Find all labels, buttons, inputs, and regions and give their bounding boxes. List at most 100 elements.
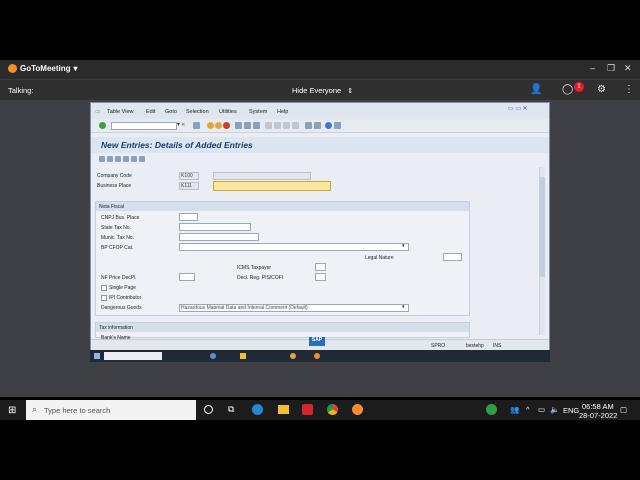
cnpj-label: CNPJ Bus. Place (101, 215, 140, 221)
gotomeeting-logo[interactable]: GoToMeeting ▾ (8, 64, 78, 73)
status-client: bestehp (466, 343, 484, 349)
clock-time[interactable]: 06:58 AM (582, 402, 614, 411)
enter-check-icon[interactable] (99, 122, 106, 129)
chat-icon[interactable]: ◯ (562, 84, 573, 95)
more-options-icon[interactable]: ⋮ (624, 84, 634, 95)
shortcut-icon[interactable] (314, 122, 321, 129)
legal-nature-field[interactable] (443, 253, 462, 261)
menu-utilities[interactable]: Utilities (219, 109, 237, 115)
inner-gotomeeting-icon (314, 353, 320, 359)
inner-edge-icon (210, 353, 216, 359)
nf-price-field[interactable] (179, 273, 195, 281)
nf-price-label: NF Price DecPl. (101, 275, 137, 281)
minimize-icon[interactable]: – (590, 63, 595, 73)
decl-reg-field[interactable] (315, 273, 326, 281)
bp-cfop-dropdown-arrow-icon[interactable]: ▾ (402, 243, 405, 249)
command-field[interactable] (111, 122, 177, 130)
ipi-contributor-label: IPI Contributor (109, 295, 142, 301)
gotomeeting-title-bar: GoToMeeting ▾ – ❐ ✕ (0, 60, 640, 79)
search-icon: ⌕ (32, 404, 38, 414)
undo-change-icon[interactable] (123, 156, 129, 162)
previous-page-icon[interactable] (274, 122, 281, 129)
first-page-icon[interactable] (265, 122, 272, 129)
state-tax-field[interactable] (179, 223, 251, 231)
command-history-icon[interactable]: ▾ « (177, 121, 185, 128)
menu-table-view[interactable]: Table View (107, 109, 134, 115)
vertical-scrollbar[interactable] (539, 167, 545, 335)
language-indicator[interactable]: ENG (563, 406, 579, 415)
previous-entry-icon[interactable] (131, 156, 137, 162)
hide-everyone-button[interactable]: Hide Everyone ⇕ (292, 86, 353, 95)
find-next-icon[interactable] (253, 122, 260, 129)
last-page-icon[interactable] (292, 122, 299, 129)
status-mode: INS (493, 343, 502, 349)
notifications-icon[interactable]: ▢ (620, 405, 627, 414)
menu-edit[interactable]: Edit (146, 109, 155, 115)
attendees-icon[interactable]: 👤 (530, 84, 542, 95)
back-icon[interactable] (207, 122, 214, 129)
sap-menu-bar: ▭ Table View Edit Goto Selection Utiliti… (91, 103, 549, 119)
menu-system[interactable]: System (249, 109, 267, 115)
delete-icon[interactable] (115, 156, 121, 162)
tray-app-icon[interactable] (486, 404, 497, 415)
icms-field[interactable] (315, 263, 326, 271)
settings-gear-icon[interactable]: ⚙ (597, 84, 606, 95)
dangerous-goods-dropdown[interactable]: Hazardous Material Data and Internal Com… (179, 304, 409, 312)
bp-cfop-dropdown[interactable] (179, 243, 409, 251)
hide-everyone-label: Hide Everyone (292, 86, 342, 95)
menu-selection[interactable]: Selection (186, 109, 209, 115)
business-place-label: Business Place (97, 183, 132, 189)
show-hidden-icons-icon[interactable]: ^ (526, 405, 530, 414)
inner-start-icon (94, 353, 100, 359)
screen-title-bar: New Entries: Details of Added Entries (91, 137, 549, 153)
company-code-field: K100 (179, 172, 199, 180)
new-session-icon[interactable] (305, 122, 312, 129)
clock-date[interactable]: 28-07-2022 (579, 411, 617, 420)
cortana-icon[interactable] (204, 405, 213, 414)
dangerous-goods-dropdown-arrow-icon[interactable]: ▾ (402, 304, 405, 310)
chrome-icon[interactable] (327, 404, 338, 415)
print-icon[interactable] (235, 122, 242, 129)
status-system: SPRO (431, 343, 446, 349)
sap-logo: SAP (309, 337, 325, 346)
save-icon[interactable] (193, 122, 200, 129)
state-tax-label: State Tax No. (101, 225, 131, 231)
gotomeeting-taskbar-icon[interactable] (352, 404, 363, 415)
restore-icon[interactable]: ❐ (607, 63, 615, 74)
scrollbar-thumb[interactable] (540, 177, 545, 277)
ipi-contributor-checkbox[interactable] (101, 295, 107, 301)
people-icon[interactable]: 👥 (510, 405, 519, 414)
cnpj-field[interactable] (179, 213, 198, 221)
copy-as-icon[interactable] (107, 156, 113, 162)
chat-badge: 1 (574, 82, 584, 92)
exit-icon[interactable] (215, 122, 222, 129)
inner-explorer-icon (240, 353, 246, 359)
menu-goto[interactable]: Goto (165, 109, 177, 115)
help-icon[interactable] (325, 122, 332, 129)
sap-system-menu-icon[interactable]: ▭ (95, 109, 100, 115)
next-entry-icon[interactable] (139, 156, 145, 162)
next-page-icon[interactable] (283, 122, 290, 129)
close-icon[interactable]: ✕ (624, 63, 632, 74)
taskbar-search-box[interactable]: ⌕ Type here to search (26, 400, 196, 420)
windows-start-icon[interactable]: ⊞ (8, 405, 16, 416)
layout-menu-icon[interactable] (334, 122, 341, 129)
inner-app-icon (290, 353, 296, 359)
letterbox-bottom (0, 420, 640, 480)
munic-tax-field[interactable] (179, 233, 259, 241)
single-page-checkbox[interactable] (101, 285, 107, 291)
nota-fiscal-group: Nota Fiscal (95, 201, 470, 316)
battery-icon[interactable]: ▭ (538, 405, 545, 414)
task-view-icon[interactable]: ⧉ (228, 404, 234, 415)
cancel-icon[interactable] (223, 122, 230, 129)
menu-help[interactable]: Help (277, 109, 288, 115)
file-explorer-icon[interactable] (278, 405, 289, 414)
edge-icon[interactable] (252, 404, 263, 415)
sap-window-controls[interactable]: ▭ ▭ ✕ (508, 105, 528, 112)
windows-taskbar: ⊞ ⌕ Type here to search ⧉ 👥 ^ ▭ 🔈 ENG 06… (0, 400, 640, 420)
business-place-description-input[interactable] (213, 181, 331, 191)
recording-app-icon[interactable] (302, 404, 313, 415)
find-icon[interactable] (244, 122, 251, 129)
display-change-icon[interactable] (99, 156, 105, 162)
volume-icon[interactable]: 🔈 (550, 405, 559, 414)
